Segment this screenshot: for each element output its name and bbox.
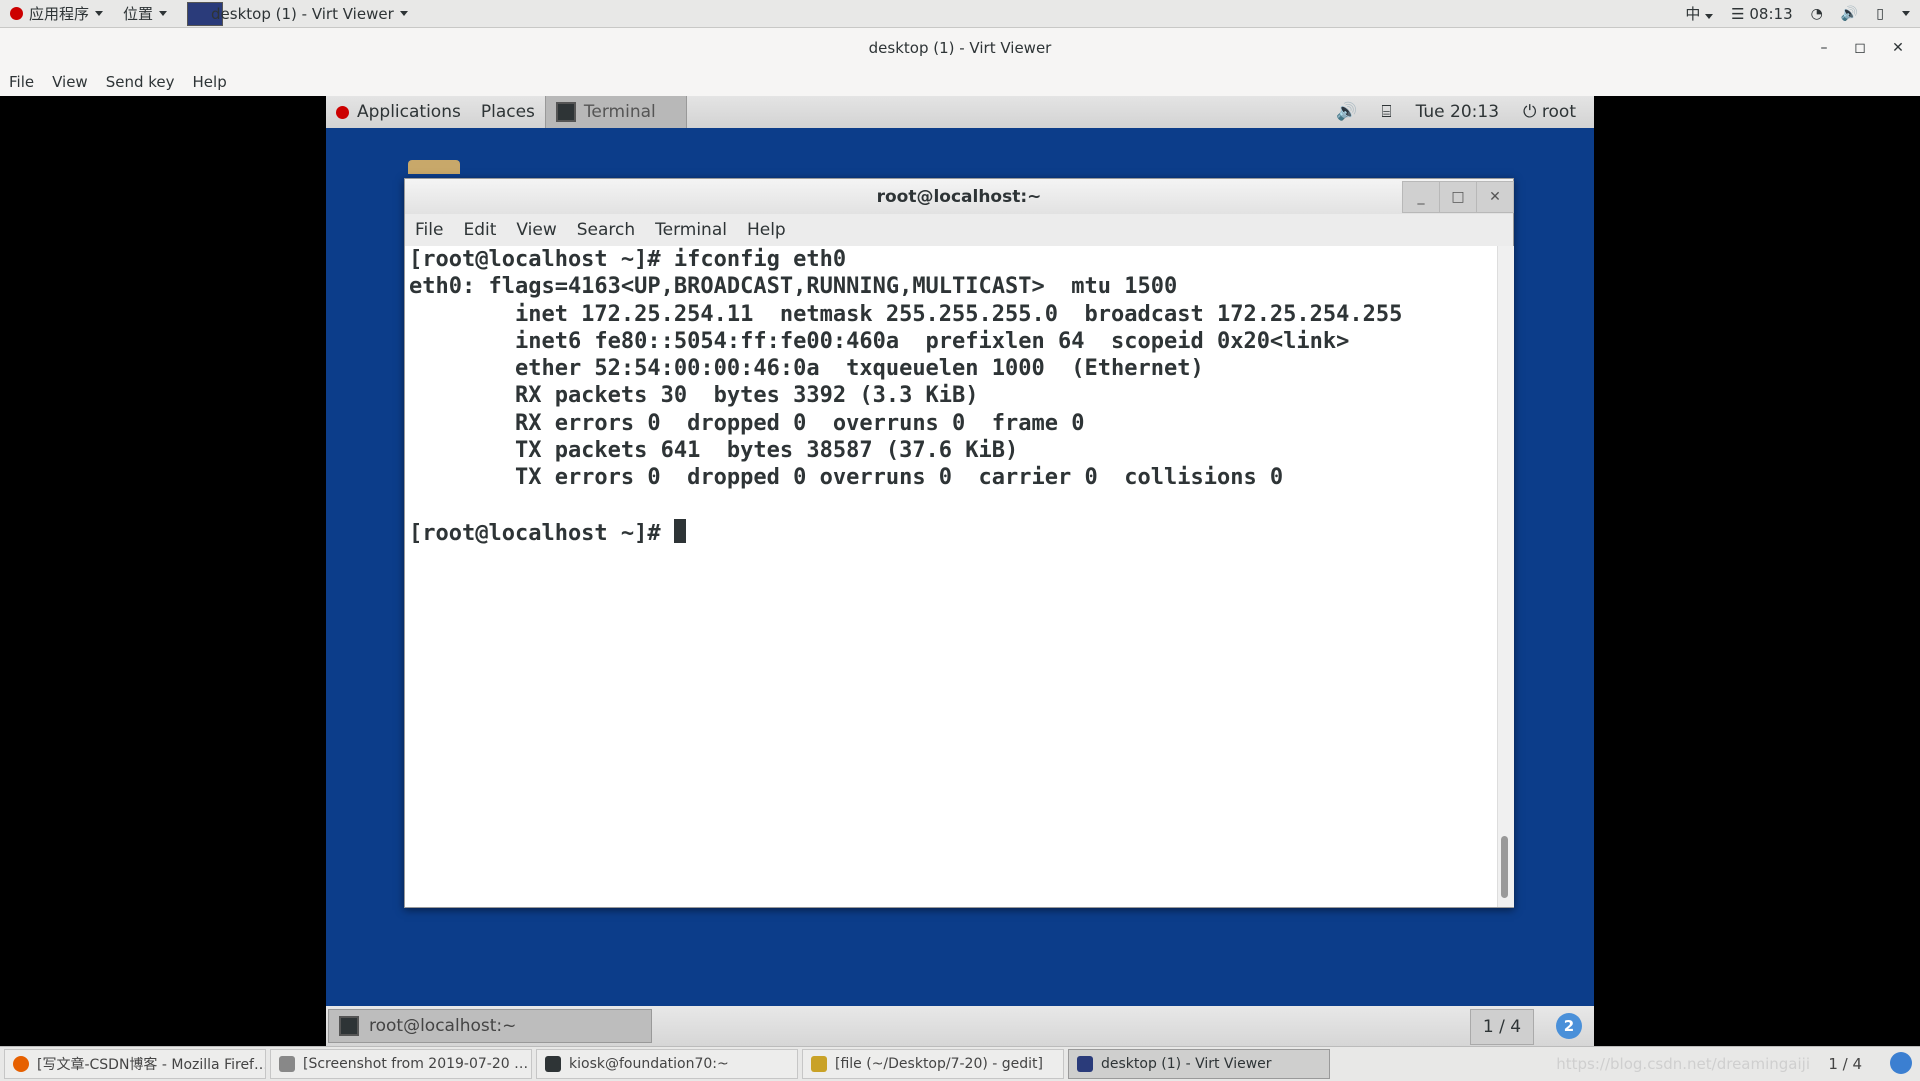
terminal-menu-file[interactable]: File [405,220,453,240]
guest-terminal-button[interactable]: Terminal [544,96,687,128]
host-applications-menu[interactable]: 应用程序 [0,0,113,27]
menu-help[interactable]: Help [184,73,236,91]
folder-icon[interactable] [408,160,460,174]
menu-icon: ☰ [1731,4,1745,23]
watermark: https://blog.csdn.net/dreamingaiji [1556,1055,1810,1073]
close-button[interactable]: ✕ [1880,28,1916,68]
redhat-icon [336,105,349,119]
terminal-titlebar[interactable]: root@localhost:~ [405,179,1513,214]
gedit-icon [811,1056,827,1072]
terminal-menu-search[interactable]: Search [567,220,645,240]
host-top-panel: 应用程序 位置 desktop (1) - Virt Viewer 中 ☰ 08… [0,0,1920,28]
terminal-icon [339,1016,359,1036]
notification-badge[interactable]: 2 [1556,1013,1582,1039]
guest-applications-menu[interactable]: Applications [326,96,471,128]
host-task-firefox[interactable]: [写文章-CSDN博客 - Mozilla Firef… [4,1049,266,1079]
menu-view[interactable]: View [43,73,97,91]
guest-desktop[interactable]: Applications Places Terminal 🔊 ⌸ Tue 20:… [326,96,1594,1046]
terminal-output: [root@localhost ~]# ifconfig eth0 eth0: … [409,247,1403,546]
power-icon: ⏻ [1523,102,1537,122]
network-icon[interactable]: ⌸ [1381,102,1391,122]
host-clock[interactable]: ☰ 08:13 [1731,5,1792,23]
wifi-icon[interactable]: ◔ [1811,6,1823,22]
guest-task-terminal[interactable]: root@localhost:~ [328,1009,652,1043]
chevron-down-icon[interactable] [1902,11,1910,16]
guest-bottom-panel: root@localhost:~ 1 / 4 2 [326,1006,1594,1046]
notification-icon[interactable] [1890,1052,1912,1074]
viewer-title: desktop (1) - Virt Viewer [868,39,1052,57]
menu-send-key[interactable]: Send key [97,73,184,91]
guest-top-panel: Applications Places Terminal 🔊 ⌸ Tue 20:… [326,96,1594,128]
host-taskbar: [写文章-CSDN博客 - Mozilla Firef… [Screenshot… [0,1046,1920,1081]
host-task-gedit[interactable]: [file (~/Desktop/7-20) - gedit] [802,1049,1064,1079]
terminal-menu-help[interactable]: Help [737,220,796,240]
maximize-button[interactable]: ◻ [1842,28,1878,68]
terminal-menu-edit[interactable]: Edit [453,220,506,240]
volume-icon[interactable]: 🔊 [1336,102,1357,122]
terminal-menu-view[interactable]: View [506,220,566,240]
host-workspace-indicator[interactable]: 1 / 4 [1828,1055,1862,1073]
guest-clock[interactable]: Tue 20:13 [1416,102,1499,122]
terminal-output-area[interactable]: [root@localhost ~]# ifconfig eth0 eth0: … [405,246,1497,907]
battery-icon[interactable]: ▯ [1876,6,1884,22]
menu-file[interactable]: File [0,73,43,91]
terminal-window[interactable]: root@localhost:~ _ □ ✕ File Edit View Se… [404,178,1514,908]
virt-viewer-icon [1077,1056,1093,1072]
minimize-button[interactable]: – [1806,28,1842,68]
text-cursor [673,518,686,543]
terminal-icon [555,102,576,122]
terminal-scrollbar[interactable] [1497,246,1514,907]
terminal-title: root@localhost:~ [876,186,1042,207]
chevron-down-icon [399,11,408,16]
viewer-titlebar[interactable]: desktop (1) - Virt Viewer [0,28,1920,68]
host-task-virt-viewer[interactable]: desktop (1) - Virt Viewer [1068,1049,1330,1079]
host-task-terminal[interactable]: kiosk@foundation70:~ [536,1049,798,1079]
chevron-down-icon [95,11,104,16]
volume-icon[interactable]: 🔊 [1841,6,1858,22]
host-places-menu[interactable]: 位置 [113,0,177,27]
terminal-menu-terminal[interactable]: Terminal [645,220,737,240]
screenshot-icon [279,1056,295,1072]
viewer-menubar: File View Send key Help [0,68,1920,97]
scrollbar-thumb[interactable] [1501,836,1508,898]
terminal-close-button[interactable]: ✕ [1476,181,1514,213]
guest-workspace-indicator[interactable]: 1 / 4 [1470,1009,1534,1045]
terminal-menubar: File Edit View Search Terminal Help [405,214,1513,247]
chevron-down-icon [159,11,168,16]
host-task-screenshot[interactable]: [Screenshot from 2019-07-20 … [270,1049,532,1079]
user-menu[interactable]: ⏻ root [1523,102,1576,122]
guest-places-menu[interactable]: Places [471,96,545,128]
redhat-icon [10,7,23,20]
host-active-window-menu[interactable]: desktop (1) - Virt Viewer [177,0,418,27]
terminal-minimize-button[interactable]: _ [1402,181,1440,213]
chevron-down-icon [1705,14,1714,19]
terminal-icon [545,1056,561,1072]
input-method-indicator[interactable]: 中 [1685,3,1714,24]
firefox-icon [13,1056,29,1072]
terminal-maximize-button[interactable]: □ [1439,181,1477,213]
